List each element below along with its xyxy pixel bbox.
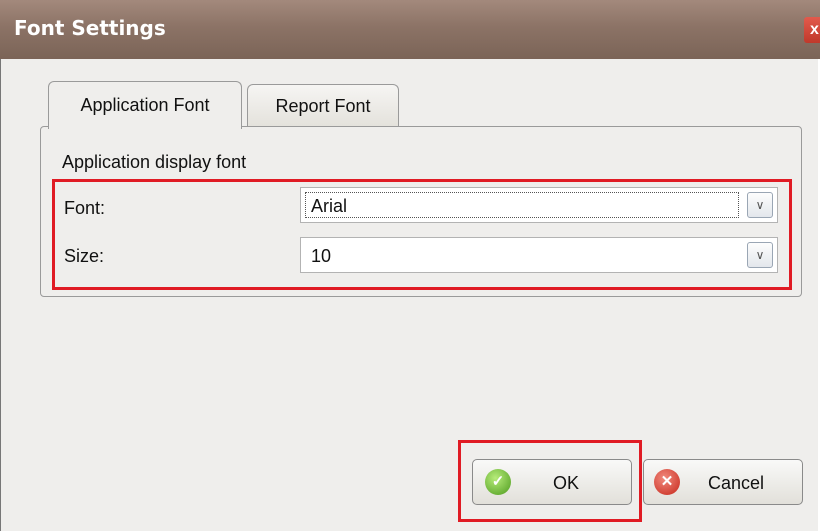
font-dropdown-button[interactable]: ∨: [747, 192, 773, 218]
cancel-button[interactable]: ✕ Cancel: [643, 459, 803, 505]
font-label: Font:: [64, 198, 106, 218]
size-combobox[interactable]: 10 ∨: [300, 237, 778, 273]
close-button[interactable]: x: [804, 17, 820, 43]
size-dropdown-button[interactable]: ∨: [747, 242, 773, 268]
size-label: Size:: [64, 246, 105, 266]
chevron-down-icon: ∨: [755, 248, 765, 262]
tab-report-font[interactable]: Report Font: [247, 84, 399, 126]
font-value: Arial: [311, 196, 348, 216]
check-circle-icon: ✓: [485, 469, 511, 495]
group-label: Application display font: [62, 152, 247, 172]
window-title: Font Settings: [14, 16, 166, 40]
focus-indicator: [305, 192, 739, 218]
title-bar: Font Settings x: [0, 0, 820, 59]
size-value: 10: [311, 246, 332, 266]
ok-label: OK: [553, 473, 580, 493]
font-combobox[interactable]: Arial ∨: [300, 187, 778, 223]
x-circle-icon: ✕: [654, 469, 680, 495]
cancel-label: Cancel: [708, 473, 765, 493]
close-icon: x: [810, 21, 819, 38]
ok-button[interactable]: ✓ OK: [472, 459, 632, 505]
tab-application-font[interactable]: Application Font: [48, 81, 242, 129]
chevron-down-icon: ∨: [755, 198, 765, 212]
